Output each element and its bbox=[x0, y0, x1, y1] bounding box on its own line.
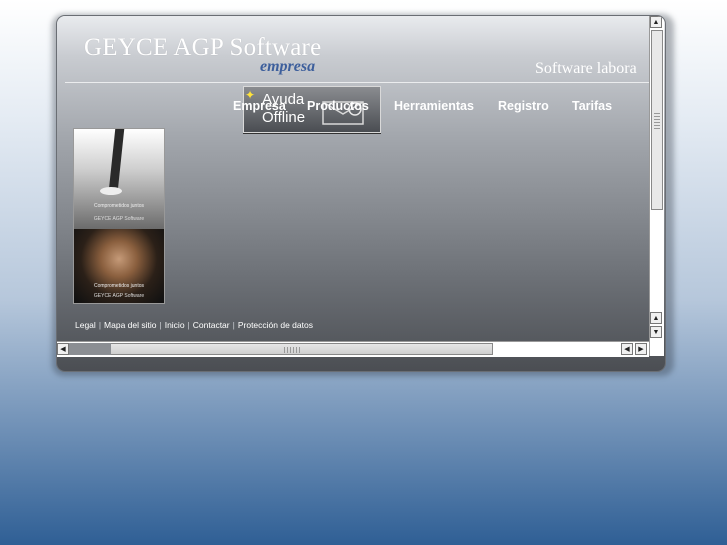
scroll-left-button[interactable]: ◀ bbox=[621, 343, 633, 355]
photo-caption: GEYCE AGP Software bbox=[93, 293, 145, 299]
promo-photo[interactable]: Comprometidos juntos GEYCE AGP Software … bbox=[73, 128, 165, 304]
footer-separator: | bbox=[187, 320, 190, 330]
footer-link-sitemap[interactable]: Mapa del sitio bbox=[104, 320, 156, 330]
nav-item-registro[interactable]: Registro bbox=[498, 99, 549, 113]
dancer-shoe bbox=[100, 187, 122, 195]
nav-item-tarifas[interactable]: Tarifas bbox=[572, 99, 612, 113]
dancer-image bbox=[74, 129, 164, 229]
grip-icon bbox=[654, 113, 660, 129]
scroll-track-shade bbox=[69, 343, 111, 355]
photo-caption: Comprometidos juntos bbox=[93, 283, 145, 289]
tagline: Software labora bbox=[535, 60, 637, 77]
horizontal-scrollbar[interactable]: ◀ ◀ ▶ bbox=[57, 341, 649, 357]
scroll-down-button[interactable]: ▼ bbox=[650, 326, 662, 338]
vertical-scrollbar[interactable]: ▲ ▲ ▼ bbox=[649, 16, 664, 356]
footer-separator: | bbox=[98, 320, 102, 330]
footer-separator: | bbox=[159, 320, 162, 330]
brand-subtitle: empresa bbox=[260, 58, 316, 75]
footer-link-contactar[interactable]: Contactar bbox=[193, 320, 230, 330]
vertical-scroll-thumb[interactable] bbox=[651, 30, 663, 210]
scroll-right-button[interactable]: ▶ bbox=[635, 343, 647, 355]
footer-link-inicio[interactable]: Inicio bbox=[165, 320, 185, 330]
dancer-leg bbox=[108, 129, 125, 191]
footer-separator: | bbox=[232, 320, 235, 330]
nav-item-productos[interactable]: Productos bbox=[307, 99, 369, 113]
browser-window: GEYCE AGP Software empresa Software labo… bbox=[57, 16, 665, 371]
scroll-up-button[interactable]: ▲ bbox=[650, 16, 662, 28]
footer-links: Legal | Mapa del sitio | Inicio | Contactar | Pr… bbox=[75, 320, 313, 330]
photo-caption: Comprometidos juntos bbox=[93, 203, 145, 209]
baby-image bbox=[74, 229, 164, 303]
grip-icon bbox=[284, 347, 302, 353]
scroll-left-button[interactable]: ◀ bbox=[57, 343, 69, 355]
nav-item-empresa[interactable]: Empresa bbox=[233, 99, 286, 113]
footer-link-legal[interactable]: Legal bbox=[75, 320, 96, 330]
page-content: GEYCE AGP Software empresa Software labo… bbox=[57, 16, 649, 341]
scroll-up-button[interactable]: ▲ bbox=[650, 312, 662, 324]
header-divider bbox=[65, 82, 649, 83]
photo-caption: GEYCE AGP Software bbox=[93, 216, 145, 222]
horizontal-scroll-thumb[interactable] bbox=[69, 343, 493, 355]
footer-link-privacy[interactable]: Protección de datos bbox=[238, 320, 313, 330]
nav-item-herramientas[interactable]: Herramientas bbox=[394, 99, 474, 113]
